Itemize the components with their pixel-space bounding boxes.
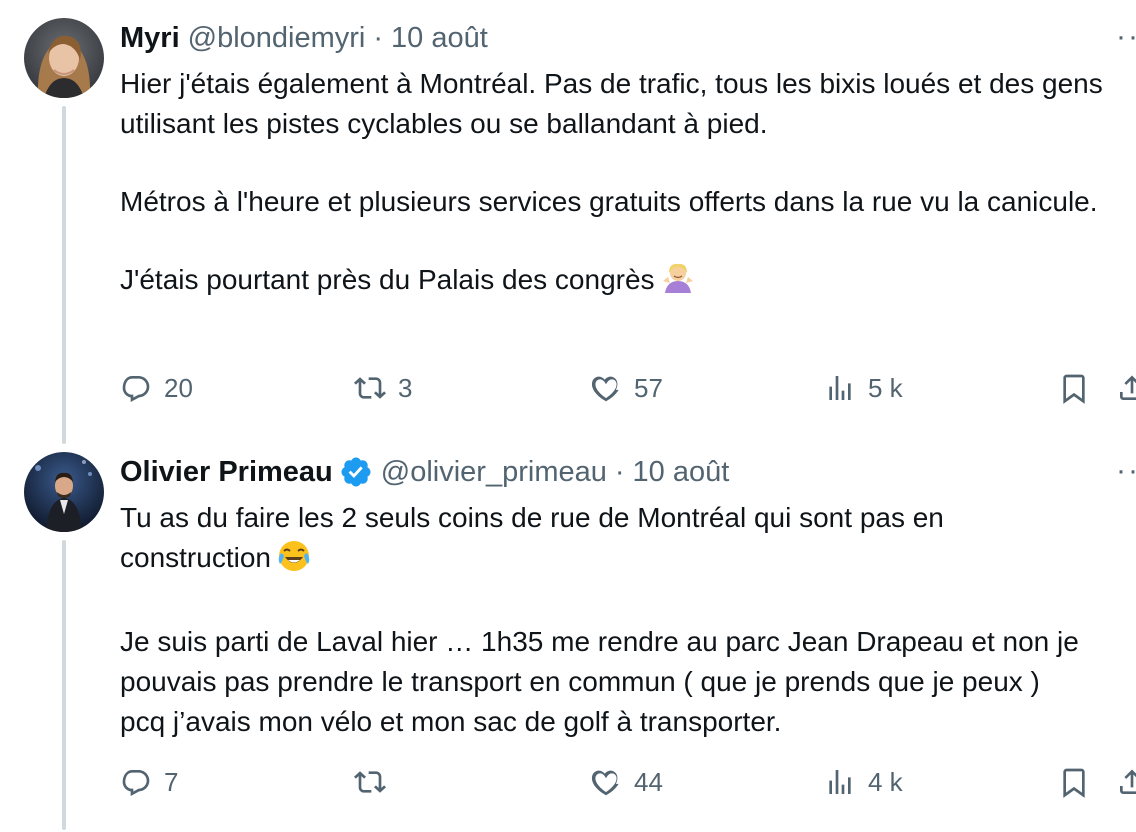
share-icon bbox=[1120, 375, 1136, 400]
bookmark-icon bbox=[1063, 374, 1085, 404]
reply-button[interactable]: 7 bbox=[120, 762, 178, 802]
tweet-olivier-primeau[interactable]: Olivier Primeau @olivier_primeau · 10 ao… bbox=[0, 438, 1136, 832]
tweet-myri[interactable]: Myri @blondiemyri · 10 août ·· Hier j'ét… bbox=[0, 0, 1136, 444]
thread-line bbox=[62, 540, 66, 830]
like-icon bbox=[591, 770, 619, 796]
like-count: 57 bbox=[634, 372, 663, 403]
tweet-line: Tu as du faire les 2 seuls coins de rue … bbox=[120, 502, 944, 533]
avatar-image bbox=[24, 18, 104, 98]
tweet-date[interactable]: 10 août bbox=[391, 20, 488, 56]
tweet-actions: 20 3 57 5 k bbox=[120, 368, 1136, 408]
avatar[interactable] bbox=[24, 18, 104, 98]
bookmark-button[interactable] bbox=[1058, 762, 1090, 802]
retweet-icon bbox=[354, 377, 386, 399]
tweet-line: construction bbox=[120, 542, 271, 573]
reply-count: 20 bbox=[164, 372, 193, 403]
reply-count: 7 bbox=[164, 766, 179, 797]
verified-badge-icon[interactable] bbox=[339, 455, 373, 489]
display-name[interactable]: Myri bbox=[120, 20, 180, 56]
header-separator: · bbox=[614, 456, 625, 488]
retweet-button[interactable] bbox=[354, 762, 398, 802]
like-count: 44 bbox=[634, 766, 663, 797]
user-handle[interactable]: @olivier_primeau bbox=[381, 454, 607, 490]
tweet-date[interactable]: 10 août bbox=[633, 454, 730, 490]
reply-icon bbox=[122, 376, 150, 402]
more-icon[interactable]: ·· bbox=[1116, 456, 1136, 486]
tweet-paragraph: Je suis parti de Laval hier … 1h35 me re… bbox=[120, 622, 1130, 742]
tweet-line: pcq j’avais mon vélo et mon sac de golf … bbox=[120, 706, 782, 737]
header-separator: · bbox=[373, 22, 384, 54]
tweet-paragraph: Métros à l'heure et plusieurs services g… bbox=[120, 186, 1098, 217]
views-icon bbox=[829, 770, 851, 794]
tweet-paragraph: J'étais pourtant près du Palais des cong… bbox=[120, 260, 1130, 306]
like-button[interactable]: 44 bbox=[590, 762, 663, 802]
tweet-header: Myri @blondiemyri · 10 août bbox=[120, 20, 488, 56]
views-icon bbox=[829, 376, 851, 400]
tweet-line: pouvais pas prendre le transport en comm… bbox=[120, 666, 1040, 697]
more-icon[interactable]: ·· bbox=[1116, 22, 1136, 52]
views-count: 4 k bbox=[868, 766, 903, 797]
tweet-line: Je suis parti de Laval hier … 1h35 me re… bbox=[120, 626, 1079, 657]
views-button[interactable]: 5 k bbox=[824, 368, 903, 408]
face-with-tears-of-joy-emoji bbox=[277, 539, 311, 584]
reply-button[interactable]: 20 bbox=[120, 368, 193, 408]
like-button[interactable]: 57 bbox=[590, 368, 663, 408]
user-handle[interactable]: @blondiemyri bbox=[188, 20, 366, 56]
share-button[interactable] bbox=[1116, 762, 1136, 802]
person-shrugging-emoji bbox=[661, 261, 695, 306]
share-icon bbox=[1120, 769, 1136, 794]
reply-icon bbox=[122, 770, 150, 796]
avatar[interactable] bbox=[24, 452, 104, 532]
avatar-image bbox=[24, 452, 104, 532]
tweet-paragraph-text: J'étais pourtant près du Palais des cong… bbox=[120, 264, 655, 295]
retweet-icon bbox=[354, 771, 386, 793]
views-count: 5 k bbox=[868, 372, 903, 403]
retweet-button[interactable]: 3 bbox=[354, 368, 412, 408]
share-button[interactable] bbox=[1116, 368, 1136, 408]
display-name[interactable]: Olivier Primeau bbox=[120, 454, 333, 490]
thread-line bbox=[62, 106, 66, 444]
retweet-count: 3 bbox=[398, 372, 413, 403]
replies-feed: Myri @blondiemyri · 10 août ·· Hier j'ét… bbox=[0, 0, 1136, 832]
tweet-actions: 7 44 4 k bbox=[120, 762, 1136, 802]
tweet-header: Olivier Primeau @olivier_primeau · 10 ao… bbox=[120, 454, 729, 490]
tweet-text: Hier j'étais également à Montréal. Pas d… bbox=[120, 64, 1130, 306]
bookmark-button[interactable] bbox=[1058, 368, 1090, 408]
bookmark-icon bbox=[1063, 768, 1085, 798]
like-icon bbox=[591, 376, 619, 402]
tweet-paragraph: Tu as du faire les 2 seuls coins de rue … bbox=[120, 498, 1130, 584]
tweet-text: Tu as du faire les 2 seuls coins de rue … bbox=[120, 498, 1130, 742]
views-button[interactable]: 4 k bbox=[824, 762, 903, 802]
tweet-paragraph: Hier j'étais également à Montréal. Pas d… bbox=[120, 68, 1103, 139]
